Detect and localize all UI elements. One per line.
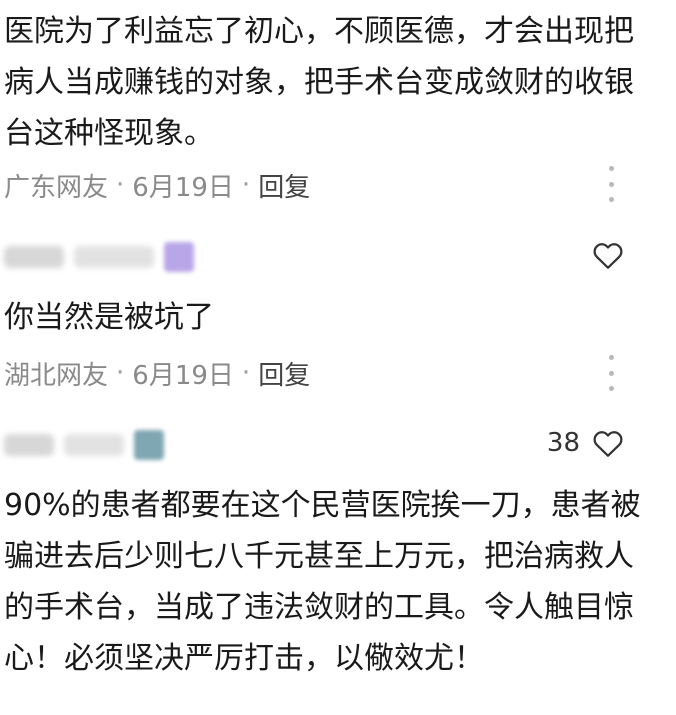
comment-date: 6月19日 (132, 360, 234, 391)
comment-location: 广东网友 (4, 172, 109, 203)
heart-outline-icon (593, 243, 623, 269)
comment-text: 你当然是被坑了 (4, 300, 214, 335)
like-count: 38 (546, 428, 580, 458)
comment-text: 医院为了利益忘了初心，不顾医德，才会出现把病人当成赚钱的对象，把手术台变成敛财的… (4, 14, 634, 151)
avatar (164, 242, 194, 272)
like-button[interactable]: 38 (547, 420, 626, 466)
blurred-username (4, 428, 164, 462)
like-button[interactable] (590, 232, 626, 278)
comment-feed: 医院为了利益忘了初心，不顾医德，才会出现把病人当成赚钱的对象，把手术台变成敛财的… (0, 0, 676, 715)
avatar (134, 430, 164, 460)
meta-separator: · (241, 170, 251, 200)
comment-meta: 广东网友 · 6月19日 · 回复 (4, 165, 676, 205)
blurred-username (4, 240, 194, 274)
reply-button[interactable]: 回复 (258, 167, 310, 204)
meta-separator: · (116, 358, 125, 388)
more-vertical-icon[interactable] (604, 166, 618, 202)
comment-location: 湖北网友 (4, 360, 109, 391)
comment-meta: 湖北网友 · 6月19日 · 回复 (4, 353, 676, 393)
comment-text: 90%的患者都要在这个民营医院挨一刀，患者被骗进去后少则七八千元甚至上万元，把治… (4, 488, 641, 676)
more-vertical-icon[interactable] (604, 355, 618, 391)
comment-user-row (0, 230, 676, 280)
comment-user-row: 38 (0, 418, 676, 468)
meta-separator: · (241, 358, 251, 388)
meta-separator: · (116, 170, 125, 200)
reply-button[interactable]: 回复 (258, 355, 310, 392)
comment-date: 6月19日 (132, 172, 234, 203)
heart-outline-icon (593, 431, 623, 457)
